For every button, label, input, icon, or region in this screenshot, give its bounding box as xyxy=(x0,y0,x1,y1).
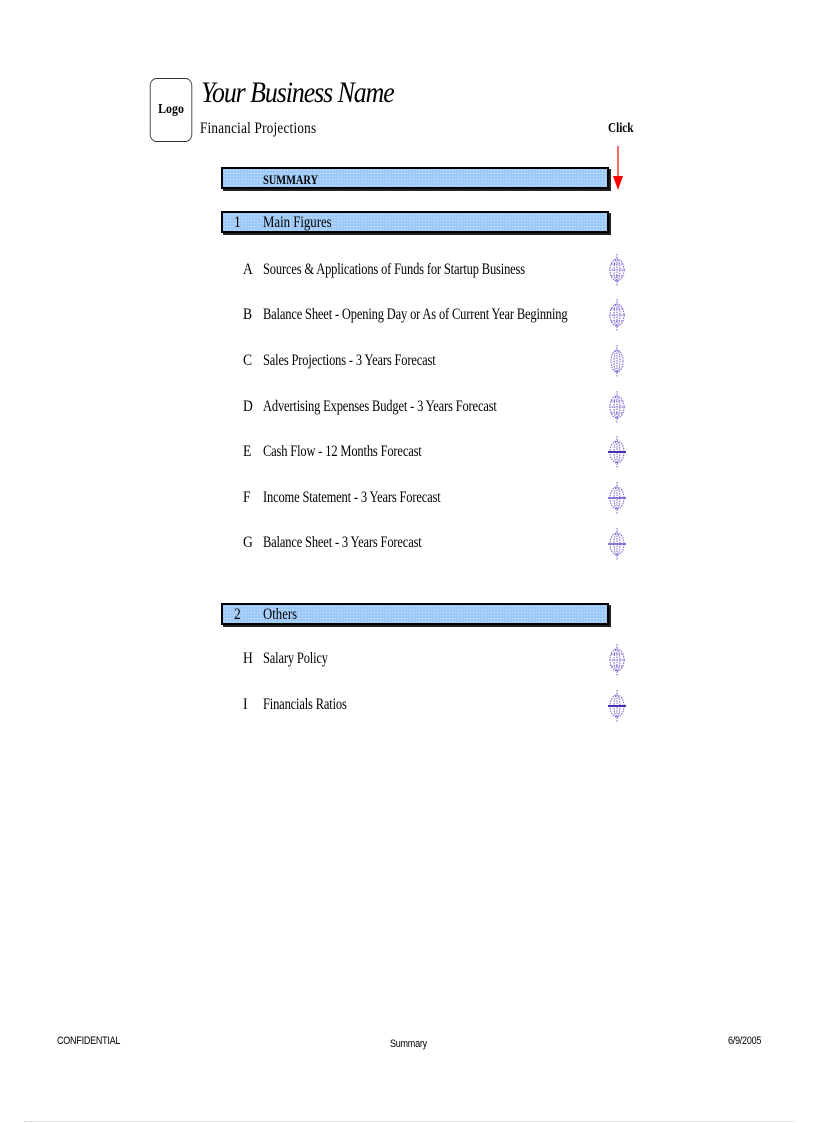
item-letter: F xyxy=(243,489,251,506)
item-label[interactable]: Sources & Applications of Funds for Star… xyxy=(263,261,525,279)
item-label[interactable]: Advertising Expenses Budget - 3 Years Fo… xyxy=(263,398,497,416)
globe-link-icon[interactable] xyxy=(607,689,627,723)
section-title: Others xyxy=(263,606,298,623)
section-number: 2 xyxy=(234,606,241,623)
globe-link-icon[interactable] xyxy=(607,298,627,332)
footer-date: 6/9/2005 xyxy=(728,1035,762,1047)
item-letter: D xyxy=(243,398,253,415)
item-label[interactable]: Financials Ratios xyxy=(263,696,347,714)
item-letter: A xyxy=(243,261,253,278)
footer-sheet-name: Summary xyxy=(390,1038,427,1050)
list-item[interactable]: A Sources & Applications of Funds for St… xyxy=(243,261,643,281)
footer-confidential: CONFIDENTIAL xyxy=(57,1035,121,1047)
section-header-others: 2 Others xyxy=(221,603,609,625)
item-letter: I xyxy=(243,696,248,713)
globe-link-icon[interactable] xyxy=(607,253,627,287)
section-number: 1 xyxy=(234,214,241,231)
globe-link-icon[interactable] xyxy=(607,643,627,677)
item-letter: G xyxy=(243,534,253,551)
item-label[interactable]: Sales Projections - 3 Years Forecast xyxy=(263,352,436,370)
section-header-main-figures: 1 Main Figures xyxy=(221,211,609,233)
list-item[interactable]: E Cash Flow - 12 Months Forecast xyxy=(243,443,643,463)
item-letter: C xyxy=(243,352,253,369)
item-label[interactable]: Salary Policy xyxy=(263,650,328,668)
item-label[interactable]: Balance Sheet - 3 Years Forecast xyxy=(263,534,422,552)
document-subtitle: Financial Projections xyxy=(200,120,317,137)
list-item[interactable]: F Income Statement - 3 Years Forecast xyxy=(243,489,643,509)
summary-bar: SUMMARY xyxy=(221,167,609,189)
globe-link-icon[interactable] xyxy=(607,435,627,469)
globe-link-icon[interactable] xyxy=(607,344,627,378)
globe-link-icon[interactable] xyxy=(607,390,627,424)
list-item[interactable]: I Financials Ratios xyxy=(243,696,643,716)
item-label[interactable]: Cash Flow - 12 Months Forecast xyxy=(263,443,422,461)
down-arrow-icon xyxy=(613,146,623,190)
item-letter: H xyxy=(243,650,253,667)
click-hint-label: Click xyxy=(608,121,634,136)
section-title: Main Figures xyxy=(263,214,332,231)
summary-label: SUMMARY xyxy=(263,172,319,187)
logo-label: Logo xyxy=(158,102,184,117)
item-letter: E xyxy=(243,443,252,460)
list-item[interactable]: G Balance Sheet - 3 Years Forecast xyxy=(243,534,643,554)
item-label[interactable]: Income Statement - 3 Years Forecast xyxy=(263,489,441,507)
list-item[interactable]: B Balance Sheet - Opening Day or As of C… xyxy=(243,306,643,326)
list-item[interactable]: C Sales Projections - 3 Years Forecast xyxy=(243,352,643,372)
globe-link-icon[interactable] xyxy=(607,527,627,561)
item-letter: B xyxy=(243,306,253,323)
item-label[interactable]: Balance Sheet - Opening Day or As of Cur… xyxy=(263,306,568,324)
list-item[interactable]: H Salary Policy xyxy=(243,650,643,670)
globe-link-icon[interactable] xyxy=(607,481,627,515)
logo-placeholder: Logo xyxy=(149,78,193,142)
business-name: Your Business Name xyxy=(201,76,395,109)
list-item[interactable]: D Advertising Expenses Budget - 3 Years … xyxy=(243,398,643,418)
